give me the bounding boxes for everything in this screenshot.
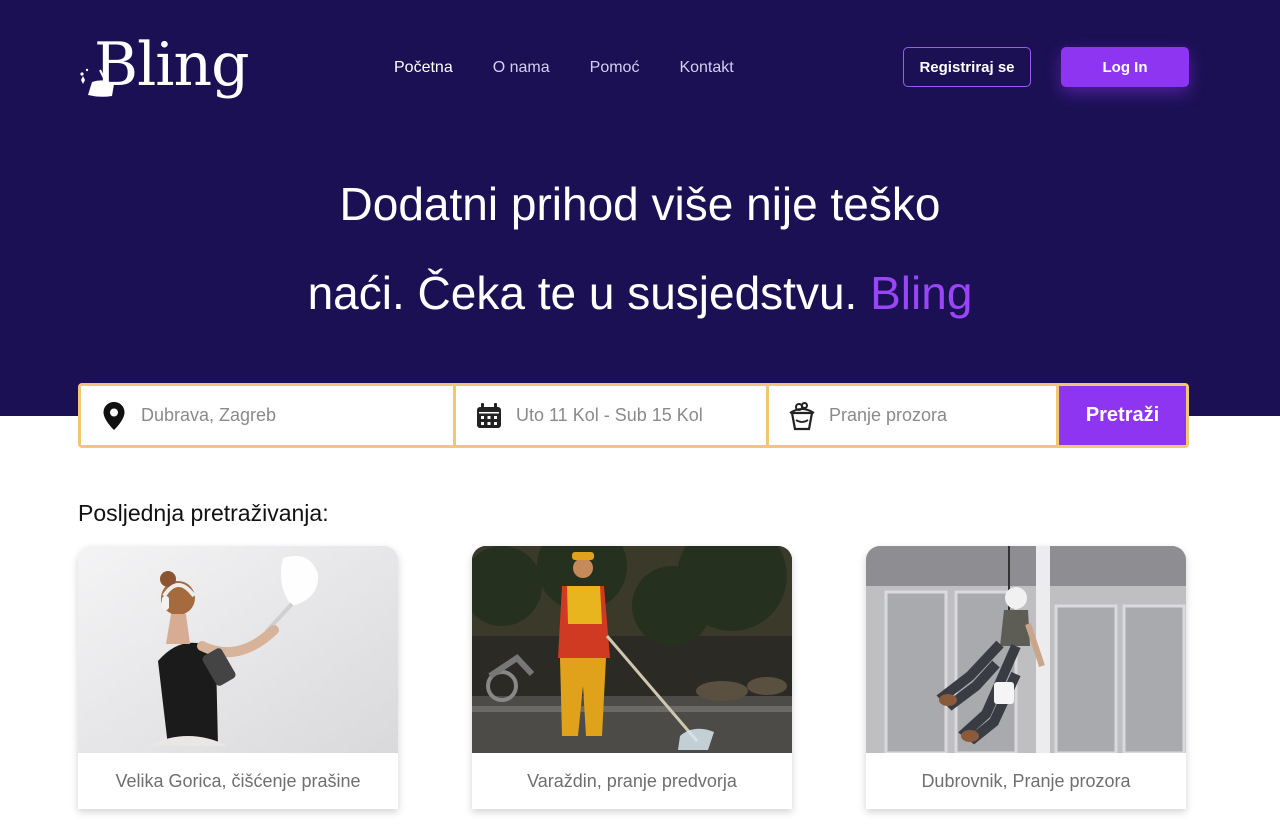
card-caption: Velika Gorica, čišćenje prašine bbox=[115, 770, 361, 791]
service-input[interactable] bbox=[829, 405, 1049, 426]
card-caption: Varaždin, pranje predvorja bbox=[527, 770, 737, 791]
search-button[interactable]: Pretraži bbox=[1059, 386, 1186, 445]
date-field[interactable] bbox=[456, 386, 766, 445]
main-nav: Početna O nama Pomoć Kontakt bbox=[394, 56, 734, 80]
bucket-icon bbox=[787, 401, 817, 431]
headline-line-1: Dodatni prihod više nije teško bbox=[339, 178, 941, 230]
headline-accent-word: Bling bbox=[870, 267, 973, 319]
service-field[interactable] bbox=[769, 386, 1056, 445]
search-bar: Pretraži bbox=[78, 383, 1189, 448]
recent-search-card[interactable]: Velika Gorica, čišćenje prašine bbox=[78, 546, 398, 809]
logo[interactable]: Bling bbox=[78, 30, 250, 102]
nav-item-kontakt[interactable]: Kontakt bbox=[679, 56, 733, 80]
nav-item-pomoc[interactable]: Pomoć bbox=[590, 56, 640, 80]
card-photo bbox=[472, 546, 792, 753]
map-pin-icon bbox=[99, 401, 129, 431]
nav-item-o-nama[interactable]: O nama bbox=[493, 56, 550, 80]
recent-searches-title: Posljednja pretraživanja: bbox=[78, 500, 329, 526]
recent-search-card[interactable]: Varaždin, pranje predvorja bbox=[472, 546, 792, 809]
card-photo bbox=[866, 546, 1186, 753]
card-caption: Dubrovnik, Pranje prozora bbox=[921, 770, 1131, 791]
date-input[interactable] bbox=[516, 405, 736, 426]
card-photo bbox=[78, 546, 398, 753]
location-input[interactable] bbox=[141, 405, 361, 426]
headline-line-2: naći. Čeka te u susjedstvu. bbox=[307, 267, 858, 319]
hero-headline: Dodatni prihod više nije teško naći. Ček… bbox=[0, 160, 1280, 338]
recent-search-card[interactable]: Dubrovnik, Pranje prozora bbox=[866, 546, 1186, 809]
nav-item-pocetna[interactable]: Početna bbox=[394, 56, 453, 80]
calendar-icon bbox=[474, 401, 504, 431]
location-field[interactable] bbox=[81, 386, 453, 445]
register-button[interactable]: Registriraj se bbox=[903, 47, 1031, 87]
logo-text: Bling bbox=[94, 30, 250, 100]
login-button[interactable]: Log In bbox=[1061, 47, 1189, 87]
